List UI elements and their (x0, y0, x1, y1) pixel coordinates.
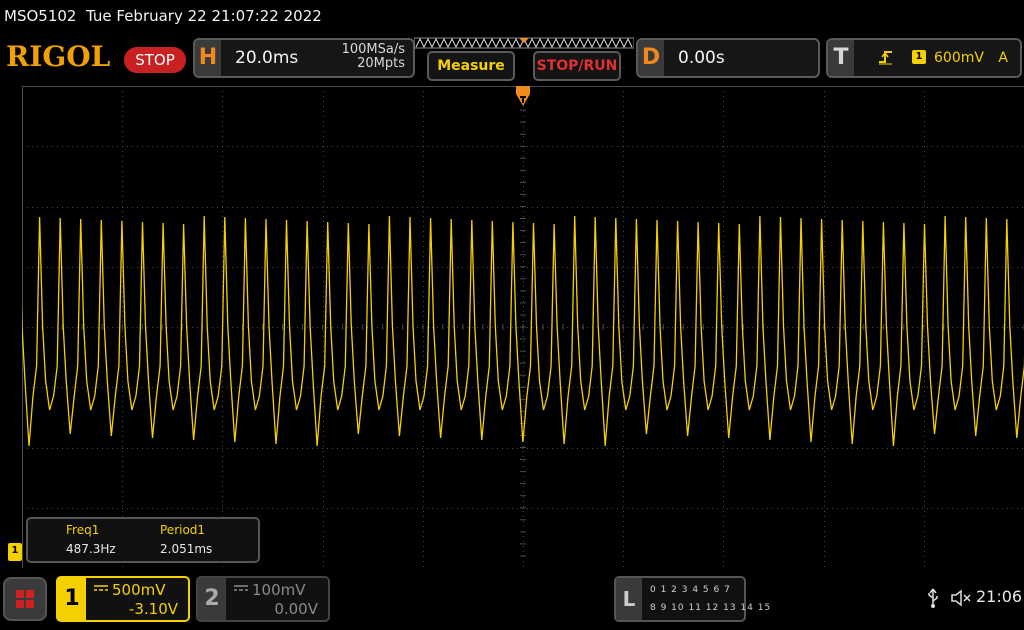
measurement-value: 487.3Hz (66, 542, 116, 556)
trigger-level: 600mV (934, 50, 984, 66)
brand-logo: RIGOL (6, 40, 111, 73)
device-model: MSO5102 (4, 7, 77, 25)
memory-timeline[interactable] (414, 37, 634, 49)
menu-grid-icon (16, 590, 34, 608)
logic-analyzer-key: L (616, 578, 642, 620)
speaker-muted-icon[interactable] (950, 588, 972, 608)
logic-analyzer-panel[interactable]: L 0 1 2 3 4 5 6 7 8 9 10 11 12 13 14 15 (614, 576, 770, 622)
dc-coupling-icon (234, 585, 248, 591)
measurement-results[interactable]: Freq1 487.3Hz Period1 2.051ms (26, 517, 260, 563)
measurement-label: Freq1 (66, 523, 100, 537)
sample-rate: 100MSa/s (341, 42, 405, 57)
channel-2-panel[interactable]: 2 100mV 0.00V (196, 576, 330, 622)
stop-run-button[interactable]: STOP/RUN (533, 51, 621, 81)
timeline-trigger-marker-icon (519, 38, 529, 43)
status-line: MSO5102 Tue February 22 21:07:22 2022 (0, 0, 1024, 34)
toolbar: RIGOL STOP H 20.0ms 100MSa/s 20Mpts Meas… (0, 36, 1024, 84)
main-menu-button[interactable] (3, 577, 47, 621)
usb-icon (928, 588, 938, 608)
trigger-source: 1 (912, 50, 926, 64)
run-state-badge[interactable]: STOP (124, 47, 186, 73)
channel-offset: -3.10V (128, 600, 178, 618)
measurement-freq: Freq1 487.3Hz (66, 521, 166, 559)
delay-panel[interactable]: D 0.00s (636, 38, 820, 78)
trigger-position-icon (516, 86, 530, 106)
measurement-period: Period1 2.051ms (160, 521, 260, 559)
trigger-key: T (828, 40, 854, 76)
rising-edge-icon (879, 51, 892, 65)
waveform-display[interactable] (22, 86, 1024, 568)
measure-button[interactable]: Measure (427, 51, 515, 81)
timebase-value: 20.0ms (235, 48, 299, 68)
datetime: Tue February 22 21:07:22 2022 (86, 7, 322, 25)
trigger-mode: A (998, 50, 1008, 66)
channel-number: 2 (198, 578, 226, 620)
channel-1-panel[interactable]: 1 500mV -3.10V (56, 576, 190, 622)
delay-value: 0.00s (678, 48, 725, 68)
channel-1-offset-marker[interactable]: 1 (8, 543, 22, 561)
acquisition-info: 100MSa/s 20Mpts (342, 43, 405, 71)
memory-depth: 20Mpts (357, 56, 405, 71)
delay-key: D (638, 40, 664, 76)
horizontal-panel[interactable]: H 20.0ms 100MSa/s 20Mpts (193, 38, 415, 78)
graticule (22, 86, 1024, 568)
channel-offset: 0.00V (274, 600, 318, 618)
horizontal-key: H (195, 40, 221, 76)
digital-channels-row-1: 0 1 2 3 4 5 6 7 (650, 585, 731, 595)
dc-coupling-icon (94, 585, 108, 591)
measurement-label: Period1 (160, 523, 206, 537)
channel-number: 1 (58, 578, 86, 620)
digital-channels-row-2: 8 9 10 11 12 13 14 15 (650, 603, 772, 613)
bottom-bar: 1 500mV -3.10V 2 100mV 0.00V L 0 1 2 3 4… (0, 570, 1024, 630)
waveform-svg (22, 86, 1024, 568)
trigger-panel[interactable]: T 1 600mV A (826, 38, 1022, 78)
channel-scale: 500mV (112, 581, 166, 599)
measurement-value: 2.051ms (160, 542, 213, 556)
channel-scale: 100mV (252, 581, 306, 599)
clock: 21:06 (976, 587, 1023, 606)
